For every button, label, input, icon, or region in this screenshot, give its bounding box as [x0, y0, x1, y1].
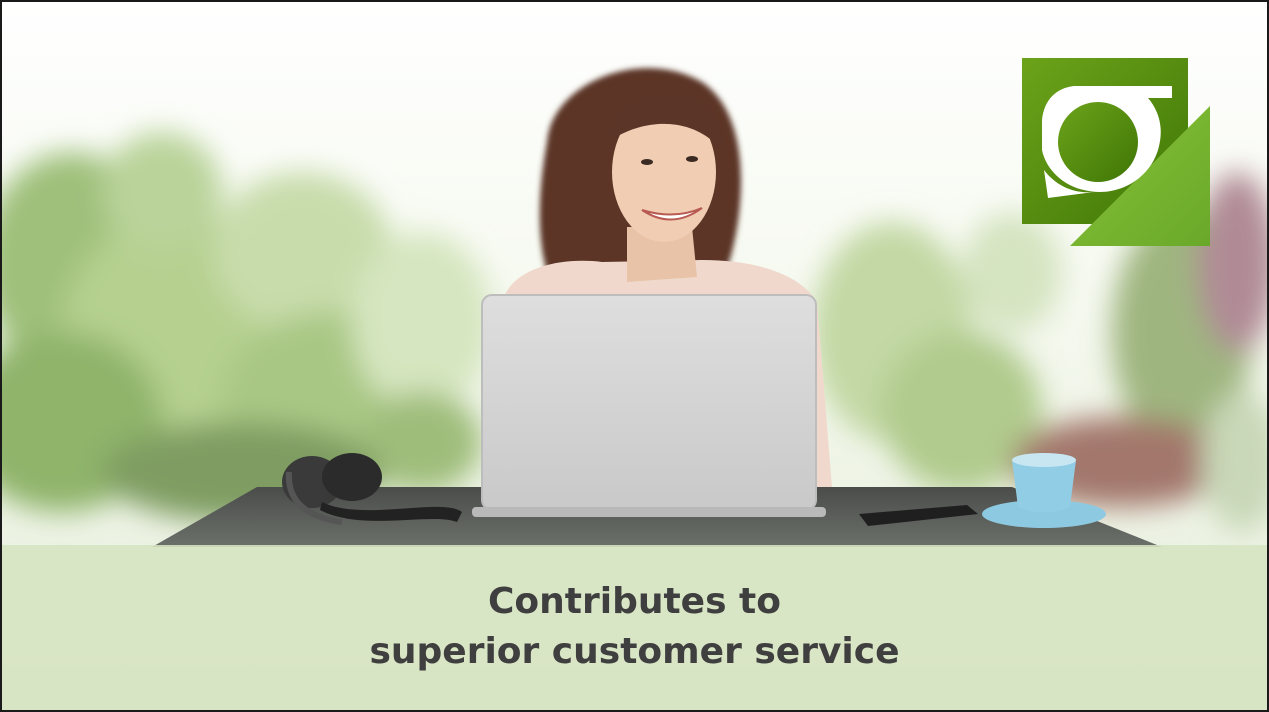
- green-square-logo-icon: [1022, 58, 1210, 246]
- slide-caption: Contributes to superior customer service: [2, 577, 1267, 677]
- coffee-cup: [1012, 460, 1076, 513]
- caption-line-1: Contributes to: [487, 581, 781, 622]
- slide: Contributes to superior customer service: [0, 0, 1269, 712]
- laptop: [481, 294, 817, 511]
- caption-line-2: superior customer service: [369, 631, 900, 672]
- person-eye-right: [686, 156, 698, 162]
- laptop-base: [472, 507, 826, 517]
- person-eye-left: [641, 159, 653, 165]
- coffee-cup-rim: [1012, 453, 1076, 467]
